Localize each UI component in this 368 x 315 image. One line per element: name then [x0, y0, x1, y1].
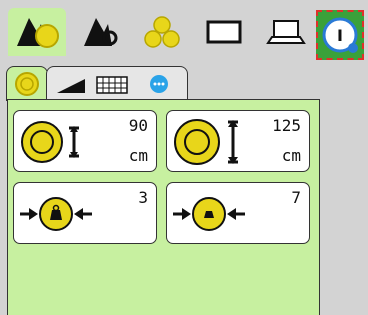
- laptop-tab[interactable]: [258, 8, 314, 56]
- bale-stack-tab[interactable]: [134, 8, 190, 56]
- bale-diameter-large-card[interactable]: 125 cm: [166, 110, 310, 172]
- right-gutter: [324, 62, 368, 315]
- density-large-card[interactable]: 7: [166, 182, 310, 244]
- screen: I 90 cm 125 cm 3 7: [0, 0, 368, 315]
- bale-machine-tab[interactable]: [8, 8, 66, 56]
- bale-diameter-small-unit: cm: [128, 146, 148, 165]
- density-large-value: 7: [291, 188, 301, 207]
- bale-icon: [15, 72, 39, 96]
- density-large-icon: [171, 188, 251, 244]
- bale-diameter-large-unit: cm: [281, 146, 301, 165]
- density-small-icon: [18, 188, 98, 244]
- bale-settings-panel: 90 cm 125 cm 3 7: [7, 99, 320, 315]
- bale-diameter-large-icon: [171, 116, 251, 172]
- info-gear-icon: I: [322, 17, 358, 53]
- bale-tab[interactable]: [6, 66, 48, 101]
- knife-net-icon: [57, 75, 168, 94]
- bale-machine-icon: [17, 18, 59, 48]
- bale-diameter-small-value: 90: [128, 116, 148, 135]
- info-settings-tab[interactable]: I: [316, 10, 364, 60]
- tab-strip: [4, 62, 320, 101]
- knife-net-tab[interactable]: [46, 66, 188, 101]
- density-small-value: 3: [138, 188, 148, 207]
- display-tab[interactable]: [196, 8, 252, 56]
- machine-tool-icon: [84, 18, 118, 46]
- bale-diameter-small-icon: [18, 116, 88, 170]
- bale-stack-icon: [144, 16, 180, 48]
- svg-text:I: I: [337, 26, 343, 45]
- laptop-icon: [266, 20, 306, 44]
- tractor-settings-tab[interactable]: [72, 8, 128, 56]
- top-toolbar: I: [0, 0, 368, 62]
- bale-diameter-large-value: 125: [272, 116, 301, 135]
- monitor-icon: [206, 20, 242, 44]
- density-small-card[interactable]: 3: [13, 182, 157, 244]
- bale-diameter-small-card[interactable]: 90 cm: [13, 110, 157, 172]
